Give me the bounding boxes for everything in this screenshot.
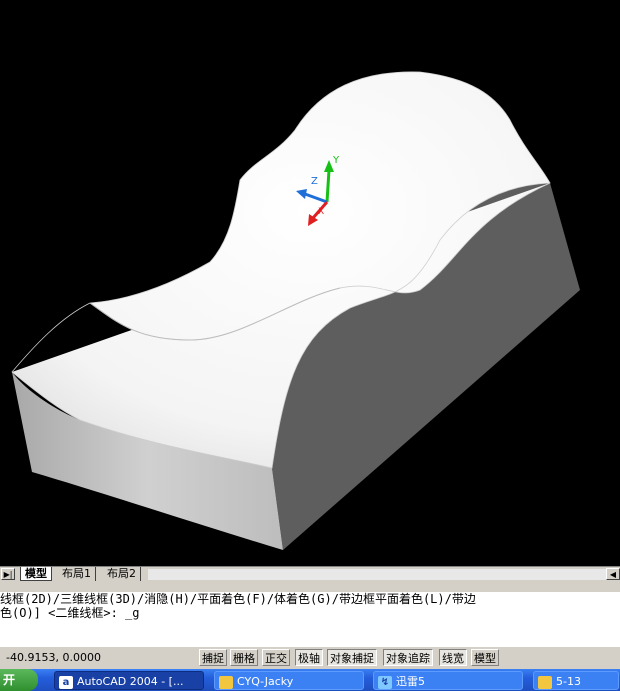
taskbar-item-label: 迅雷5	[396, 675, 425, 688]
ucs-y-label: Y	[332, 155, 340, 166]
command-window[interactable]: 线框(2D)/三维线框(3D)/消隐(H)/平面着色(F)/体着色(G)/带边框…	[0, 592, 620, 646]
tab-model[interactable]: 模型	[20, 567, 52, 581]
start-button[interactable]: 开	[0, 669, 38, 691]
grid-toggle[interactable]: 栅格	[230, 649, 258, 666]
snap-toggle[interactable]: 捕捉	[199, 649, 227, 666]
ucs-x-label: X	[318, 207, 324, 217]
ortho-toggle[interactable]: 正交	[262, 649, 290, 666]
polar-toggle[interactable]: 极轴	[295, 649, 323, 666]
thunder-icon: ↯	[378, 675, 392, 689]
lineweight-toggle[interactable]: 线宽	[439, 649, 467, 666]
command-history-line: 线框(2D)/三维线框(3D)/消隐(H)/平面着色(F)/体着色(G)/带边框…	[0, 592, 476, 606]
layout-tab-bar: ▶| 模型 布局1 布局2 ◀	[0, 566, 620, 582]
drawing-viewport[interactable]: Y Z X	[0, 0, 620, 566]
folder-icon	[219, 675, 233, 689]
taskbar-item-label: 5-13	[556, 675, 581, 688]
status-bar: -40.9153, 0.0000 捕捉 栅格 正交 极轴 对象捕捉 对象追踪 线…	[0, 646, 620, 669]
taskbar-item-autocad[interactable]: a AutoCAD 2004 - [...	[54, 671, 204, 690]
taskbar-item-thunder[interactable]: ↯ 迅雷5	[373, 671, 523, 690]
tab-nav-first-button[interactable]: ▶|	[1, 568, 15, 580]
tab-layout2[interactable]: 布局2	[103, 567, 141, 581]
taskbar-item-5-13[interactable]: 5-13	[533, 671, 619, 690]
otrack-toggle[interactable]: 对象追踪	[383, 649, 433, 666]
model-toggle[interactable]: 模型	[471, 649, 499, 666]
autocad-icon: a	[59, 675, 73, 689]
command-prompt-line: 色(O)] <二维线框>: _g	[0, 606, 140, 620]
coordinate-readout: -40.9153, 0.0000	[6, 651, 101, 664]
tab-layout1[interactable]: 布局1	[58, 567, 96, 581]
osnap-toggle[interactable]: 对象捕捉	[327, 649, 377, 666]
3d-solid-model: Y Z X	[11, 71, 580, 550]
scroll-left-arrow-icon[interactable]: ◀	[606, 568, 620, 580]
taskbar-item-label: AutoCAD 2004 - [...	[77, 675, 184, 688]
ucs-z-label: Z	[311, 176, 318, 187]
taskbar-item-label: CYQ-Jacky	[237, 675, 294, 688]
command-splitter[interactable]	[0, 582, 620, 592]
folder-icon	[538, 675, 552, 689]
horizontal-scrollbar[interactable]	[148, 569, 608, 580]
taskbar-item-cyq-jacky[interactable]: CYQ-Jacky	[214, 671, 364, 690]
windows-taskbar: 开 a AutoCAD 2004 - [... CYQ-Jacky ↯ 迅雷5 5-…	[0, 669, 620, 691]
